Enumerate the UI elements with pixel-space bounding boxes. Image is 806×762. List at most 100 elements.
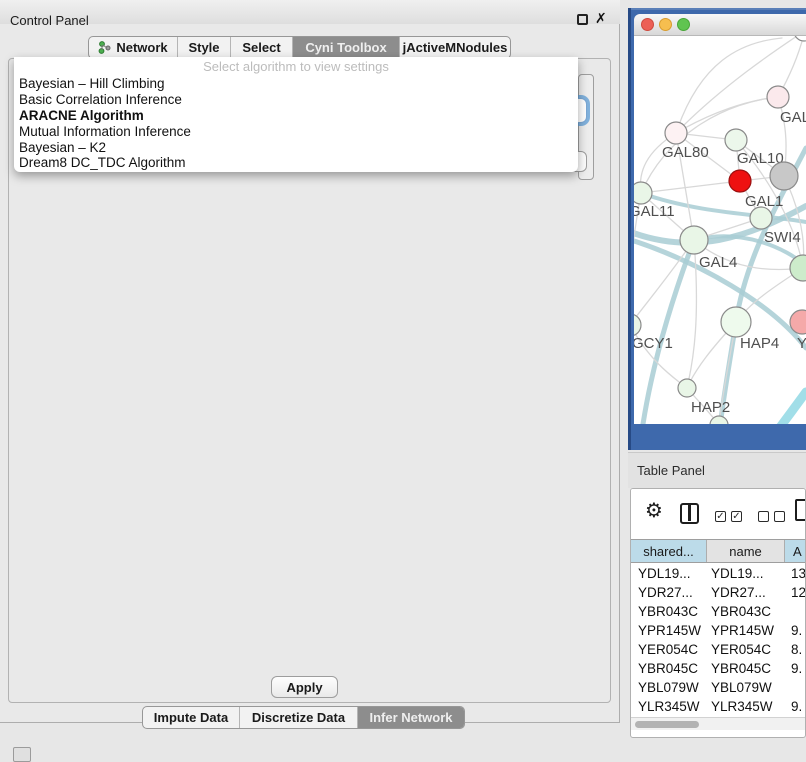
algorithm-option[interactable]: Dream8 DC_TDC Algorithm: [14, 155, 578, 171]
table-row[interactable]: YLR345WYLR345W9.: [631, 697, 805, 716]
table-toolbar: ⚙ ✓ ✓: [631, 489, 805, 539]
network-graph: GALGAL80GAL10GAL1GAL11SWI4GAL4GCY1HAP4YH…: [634, 36, 806, 424]
table-cell: YBL079W: [631, 678, 707, 697]
document-icon[interactable]: [795, 499, 806, 521]
network-node[interactable]: [721, 307, 751, 337]
table-cell: YBR045C: [707, 659, 785, 678]
network-window-titlebar[interactable]: [634, 14, 806, 36]
table-row[interactable]: YBL079WYBL079W: [631, 678, 805, 697]
column-header-clipped[interactable]: A: [785, 540, 805, 562]
table-cell: YBR043C: [631, 602, 707, 621]
network-node[interactable]: [680, 226, 708, 254]
table-row[interactable]: YBR043CYBR043C: [631, 602, 805, 621]
table-cell: YPR145W: [631, 621, 707, 640]
column-header-name[interactable]: name: [707, 540, 785, 562]
table-cell: 9.: [785, 621, 805, 640]
tab-select[interactable]: Select: [230, 37, 292, 58]
network-node-label: SWI4: [764, 229, 801, 246]
minimized-panel-icon[interactable]: [13, 747, 31, 762]
table-cell: YDL19...: [707, 564, 785, 583]
table-row[interactable]: YBR045CYBR045C9.: [631, 659, 805, 678]
network-canvas[interactable]: GALGAL80GAL10GAL1GAL11SWI4GAL4GCY1HAP4YH…: [634, 36, 806, 424]
table-cell: YLR345W: [707, 697, 785, 716]
algorithm-dropdown-popup: Select algorithm to view settings Bayesi…: [14, 57, 578, 172]
table-cell: YDR27...: [631, 583, 707, 602]
algorithm-option[interactable]: Basic Correlation Inference: [14, 92, 578, 108]
table-cell: YBR045C: [631, 659, 707, 678]
table-cell: [785, 678, 805, 697]
tab-infer-network[interactable]: Infer Network: [357, 707, 464, 728]
unchecked-checkbox-icon[interactable]: [774, 511, 785, 522]
minimize-traffic-light[interactable]: [659, 18, 672, 31]
tab-discretize-data[interactable]: Discretize Data: [239, 707, 357, 728]
table-cell: YPR145W: [707, 621, 785, 640]
network-node-label: GAL: [780, 109, 806, 126]
table-row[interactable]: YPR145WYPR145W9.: [631, 621, 805, 640]
columns-icon[interactable]: [680, 503, 699, 524]
zoom-traffic-light[interactable]: [677, 18, 690, 31]
float-window-icon[interactable]: [577, 14, 588, 25]
table-panel-title: Table Panel: [637, 463, 705, 478]
tab-impute-data[interactable]: Impute Data: [143, 707, 239, 728]
table-row[interactable]: YDL19...YDL19...13: [631, 564, 805, 583]
table-row[interactable]: YER054CYER054C8.: [631, 640, 805, 659]
algorithm-option[interactable]: Mutual Information Inference: [14, 124, 578, 140]
network-node[interactable]: [725, 129, 747, 151]
table-cell: YBL079W: [707, 678, 785, 697]
apply-button[interactable]: Apply: [271, 676, 338, 698]
table-panel: ⚙ ✓ ✓ shared... name A YDL19...YDL19...1…: [630, 488, 806, 738]
tab-jactivemnodules[interactable]: jActiveMNodules: [399, 37, 510, 58]
table-cell: YLR345W: [631, 697, 707, 716]
tab-cyni-toolbox[interactable]: Cyni Toolbox: [292, 37, 399, 58]
network-node[interactable]: [678, 379, 696, 397]
network-edge[interactable]: [676, 97, 778, 133]
table-rows: YDL19...YDL19...13YDR27...YDR27...12YBR0…: [631, 564, 805, 720]
network-node[interactable]: [794, 36, 806, 41]
top-tab-bar: Network Style Select Cyni Toolbox jActiv…: [88, 36, 511, 59]
table-cell: 8.: [785, 640, 805, 659]
table-cell: YBR043C: [707, 602, 785, 621]
tab-style[interactable]: Style: [177, 37, 230, 58]
network-node[interactable]: [790, 255, 806, 281]
network-node-label: GAL11: [634, 203, 675, 220]
table-cell: YER054C: [707, 640, 785, 659]
network-node-label: HAP2: [691, 399, 730, 416]
unchecked-checkbox-icon[interactable]: [758, 511, 769, 522]
control-panel-title: Control Panel: [10, 13, 89, 28]
algorithm-option[interactable]: Bayesian – K2: [14, 140, 578, 156]
close-traffic-light[interactable]: [641, 18, 654, 31]
network-edge[interactable]: [762, 392, 806, 424]
table-cell: YDL19...: [631, 564, 707, 583]
network-node[interactable]: [729, 170, 751, 192]
network-node[interactable]: [634, 314, 641, 336]
network-node-label: GAL4: [699, 254, 737, 271]
checked-checkbox-icon[interactable]: ✓: [715, 511, 726, 522]
network-node[interactable]: [767, 86, 789, 108]
dropdown-hint: Select algorithm to view settings: [14, 59, 578, 76]
tab-network[interactable]: Network: [89, 37, 177, 58]
checked-checkbox-icon[interactable]: ✓: [731, 511, 742, 522]
network-node[interactable]: [634, 182, 652, 204]
network-tab-icon: [98, 41, 111, 54]
table-cell: [785, 602, 805, 621]
table-header: shared... name A: [631, 539, 805, 563]
control-panel-titlebar[interactable]: [0, 0, 620, 24]
network-node-label: HAP4: [740, 335, 779, 352]
column-header-shared-name[interactable]: shared...: [631, 540, 707, 562]
table-row[interactable]: YDR27...YDR27...12: [631, 583, 805, 602]
algorithm-option-selected[interactable]: ARACNE Algorithm: [14, 108, 578, 124]
network-node[interactable]: [770, 162, 798, 190]
network-node-label: GAL80: [662, 144, 709, 161]
network-node-label: Y: [797, 335, 806, 352]
table-cell: YER054C: [631, 640, 707, 659]
network-node[interactable]: [665, 122, 687, 144]
algorithm-option[interactable]: Bayesian – Hill Climbing: [14, 76, 578, 92]
close-icon[interactable]: ✗: [595, 10, 607, 27]
network-node[interactable]: [750, 207, 772, 229]
network-node-label: GCY1: [634, 335, 673, 352]
table-cell: YDR27...: [707, 583, 785, 602]
network-edge[interactable]: [641, 181, 740, 193]
bottom-tab-bar: Impute Data Discretize Data Infer Networ…: [142, 706, 465, 729]
table-horizontal-scrollbar[interactable]: [631, 717, 805, 730]
gear-icon[interactable]: ⚙: [645, 501, 663, 521]
